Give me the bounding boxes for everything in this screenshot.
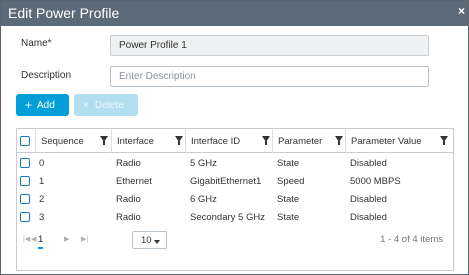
column-header-label: Parameter: [278, 135, 323, 147]
previous-page-icon[interactable]: ◀: [31, 235, 36, 243]
column-header-label: Interface: [117, 135, 154, 147]
select-all-checkbox[interactable]: [20, 136, 30, 146]
column-header-label: Parameter Value: [351, 135, 422, 147]
table-row[interactable]: 0 Radio 5 GHz State Disabled: [17, 154, 453, 173]
filter-icon[interactable]: [100, 136, 108, 145]
column-header-label: Sequence: [41, 135, 84, 147]
row-checkbox[interactable]: [20, 194, 30, 204]
cell-interface: Radio: [116, 194, 141, 205]
close-icon[interactable]: ×: [458, 4, 465, 18]
delete-button-label: Delete: [94, 99, 124, 111]
column-parameter-value[interactable]: Parameter Value: [345, 129, 453, 153]
chevron-down-icon: [154, 240, 160, 244]
description-field[interactable]: [110, 66, 429, 87]
cell-sequence: 3: [39, 212, 45, 223]
column-interface-id[interactable]: Interface ID: [185, 129, 272, 153]
cell-interface-id: 6 GHz: [190, 194, 217, 205]
items-count-label: 1 - 4 of 4 items: [380, 234, 443, 245]
cell-parameter-value: Disabled: [350, 212, 387, 223]
pagination-bar: |◀ ◀ 1 ▶ ▶| 10 1 - 4 of 4 items: [17, 227, 453, 251]
add-button-label: Add: [37, 99, 55, 111]
name-label: Name*: [21, 38, 52, 49]
description-label: Description: [21, 70, 72, 81]
plus-icon: +: [25, 98, 33, 112]
delete-button[interactable]: × Delete: [74, 94, 138, 116]
cell-parameter: State: [277, 212, 300, 223]
edit-power-profile-dialog: Edit Power Profile × Name* Description +…: [0, 0, 469, 275]
filter-icon[interactable]: [335, 136, 343, 145]
row-checkbox[interactable]: [20, 212, 30, 222]
cell-parameter-value: 5000 MBPS: [350, 176, 401, 187]
filter-icon[interactable]: [440, 136, 448, 145]
cell-interface: Ethernet: [116, 176, 152, 187]
column-parameter[interactable]: Parameter: [272, 129, 345, 153]
cell-sequence: 0: [39, 158, 45, 169]
table-row[interactable]: 3 Radio Secondary 5 GHz State Disabled: [17, 208, 453, 227]
current-page-number[interactable]: 1: [38, 234, 44, 249]
table-header: Sequence Interface Interface ID Paramete…: [17, 129, 453, 153]
cell-parameter: State: [277, 194, 300, 205]
x-icon: ×: [83, 99, 89, 111]
table-row[interactable]: 2 Radio 6 GHz State Disabled: [17, 190, 453, 209]
cell-interface-id: 5 GHz: [190, 158, 217, 169]
dialog-title-bar: Edit Power Profile ×: [1, 1, 468, 26]
page-size-value: 10: [141, 235, 152, 246]
last-page-icon[interactable]: ▶|: [81, 235, 88, 243]
cell-parameter-value: Disabled: [350, 194, 387, 205]
row-checkbox[interactable]: [20, 158, 30, 168]
cell-parameter-value: Disabled: [350, 158, 387, 169]
dialog-title: Edit Power Profile: [8, 5, 120, 21]
cell-sequence: 1: [39, 176, 45, 187]
filter-icon[interactable]: [175, 136, 183, 145]
cell-sequence: 2: [39, 194, 45, 205]
cell-interface-id: Secondary 5 GHz: [190, 212, 265, 223]
column-header-label: Interface ID: [191, 135, 241, 147]
table-row[interactable]: 1 Ethernet GigabitEthernet1 Speed 5000 M…: [17, 172, 453, 191]
column-interface[interactable]: Interface: [111, 129, 185, 153]
page-size-select[interactable]: 10: [132, 231, 167, 249]
cell-parameter: State: [277, 158, 300, 169]
cell-interface: Radio: [116, 212, 141, 223]
name-field[interactable]: [110, 35, 429, 56]
power-profile-table: Sequence Interface Interface ID Paramete…: [16, 128, 454, 271]
first-page-icon[interactable]: |◀: [23, 235, 30, 243]
cell-parameter: Speed: [277, 176, 305, 187]
column-sequence[interactable]: Sequence: [35, 129, 111, 153]
filter-icon[interactable]: [262, 136, 270, 145]
cell-interface-id: GigabitEthernet1: [190, 176, 262, 187]
add-button[interactable]: + Add: [16, 94, 69, 116]
cell-interface: Radio: [116, 158, 141, 169]
header-checkbox-cell: [17, 129, 35, 153]
row-checkbox[interactable]: [20, 176, 30, 186]
next-page-icon[interactable]: ▶: [64, 235, 69, 243]
